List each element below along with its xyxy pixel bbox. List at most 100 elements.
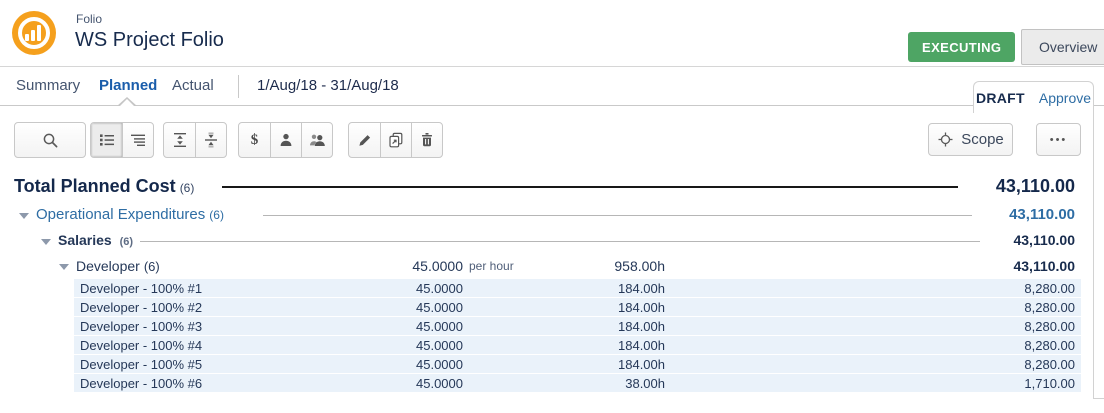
allocation-hours: 184.00h xyxy=(540,298,665,317)
category-row[interactable]: Operational Expenditures(6) 43,110.00 xyxy=(0,202,1093,228)
table-row[interactable]: Developer - 100% #3 45.0000 184.00h 8,28… xyxy=(0,317,1093,336)
app-header: Folio WS Project Folio EXECUTING Overvie… xyxy=(0,0,1104,67)
person-icon xyxy=(278,132,294,148)
duplicate-icon xyxy=(388,132,404,148)
page-title: WS Project Folio xyxy=(75,29,224,52)
collapse-caret-icon[interactable] xyxy=(41,239,51,245)
search-icon xyxy=(42,132,59,149)
view-mode-group xyxy=(90,122,154,158)
row-rule xyxy=(222,186,958,188)
allocation-rate: 45.0000 xyxy=(340,336,463,355)
ellipsis-icon: ••• xyxy=(1050,134,1068,146)
person-button[interactable] xyxy=(270,123,301,157)
item-count: (6) xyxy=(180,181,195,195)
table-row[interactable]: Developer - 100% #2 45.0000 184.00h 8,28… xyxy=(0,298,1093,317)
expand-all-button[interactable] xyxy=(164,123,195,157)
allocation-hours: 184.00h xyxy=(540,336,665,355)
total-row: Total Planned Cost(6) 43,110.00 xyxy=(0,170,1093,202)
tab-actual[interactable]: Actual xyxy=(172,67,214,105)
row-rule xyxy=(140,241,980,242)
scope-button[interactable]: Scope xyxy=(928,123,1013,156)
allocation-label: Developer - 100% #1 xyxy=(80,279,202,298)
tab-summary[interactable]: Summary xyxy=(16,67,80,105)
collapse-all-icon xyxy=(203,132,219,148)
role-row[interactable]: Developer(6) 45.0000 per hour 958.00h 43… xyxy=(0,253,1093,279)
duplicate-button[interactable] xyxy=(380,123,411,157)
total-cost: 43,110.00 xyxy=(996,170,1075,202)
item-count: (6) xyxy=(209,208,224,222)
allocation-label: Developer - 100% #2 xyxy=(80,298,202,317)
allocation-label: Developer - 100% #3 xyxy=(80,317,202,336)
allocation-hours: 184.00h xyxy=(540,279,665,298)
item-count: (6) xyxy=(120,236,133,248)
right-panel-border xyxy=(1093,112,1094,399)
edit-group xyxy=(348,122,443,158)
more-options-button[interactable]: ••• xyxy=(1036,123,1081,156)
dollar-icon: $ xyxy=(251,132,259,149)
role-rate-unit: per hour xyxy=(469,253,514,279)
cost-rates-button[interactable]: $ xyxy=(239,123,270,157)
allocation-rate: 45.0000 xyxy=(340,355,463,374)
scope-target-icon xyxy=(937,131,954,148)
allocation-cost: 8,280.00 xyxy=(1024,336,1075,355)
edit-button[interactable] xyxy=(349,123,380,157)
role-cost: 43,110.00 xyxy=(1013,253,1075,279)
allocation-rate: 45.0000 xyxy=(340,374,463,393)
subcategory-label: Salaries (6) xyxy=(58,228,133,255)
approve-link[interactable]: Approve xyxy=(1039,90,1091,106)
trash-icon xyxy=(419,132,435,148)
approval-panel: DRAFT Approve xyxy=(973,81,1094,113)
app-label: Folio xyxy=(76,12,102,26)
scope-button-label: Scope xyxy=(961,131,1004,148)
delete-button[interactable] xyxy=(411,123,442,157)
expand-all-icon xyxy=(172,132,188,148)
collapse-caret-icon[interactable] xyxy=(59,264,69,270)
category-cost: 43,110.00 xyxy=(1009,202,1075,228)
subcategory-cost: 43,110.00 xyxy=(1013,228,1075,253)
allocation-label: Developer - 100% #5 xyxy=(80,355,202,374)
table-row[interactable]: Developer - 100% #6 45.0000 38.00h 1,710… xyxy=(0,374,1093,393)
allocation-rate: 45.0000 xyxy=(340,317,463,336)
item-count: (6) xyxy=(144,259,160,274)
pencil-icon xyxy=(357,132,373,148)
allocation-cost: 8,280.00 xyxy=(1024,298,1075,317)
allocation-label: Developer - 100% #6 xyxy=(80,374,202,393)
team-button[interactable] xyxy=(301,123,332,157)
allocation-hours: 38.00h xyxy=(540,374,665,393)
draft-status-label: DRAFT xyxy=(976,90,1025,106)
list-view-icon xyxy=(99,132,115,148)
allocation-cost: 8,280.00 xyxy=(1024,355,1075,374)
allocation-cost: 8,280.00 xyxy=(1024,279,1075,298)
expand-collapse-group xyxy=(163,122,227,158)
subcategory-row[interactable]: Salaries (6) 43,110.00 xyxy=(0,228,1093,253)
list-view-button[interactable] xyxy=(91,123,122,157)
date-range[interactable]: 1/Aug/18 - 31/Aug/18 xyxy=(257,67,399,105)
entity-group: $ xyxy=(238,122,333,158)
hierarchy-view-button[interactable] xyxy=(122,123,153,157)
row-rule xyxy=(263,215,972,216)
category-label: Operational Expenditures(6) xyxy=(36,202,224,228)
overview-tab[interactable]: Overview xyxy=(1021,29,1104,65)
table-row[interactable]: Developer - 100% #5 45.0000 184.00h 8,28… xyxy=(0,355,1093,374)
search-button[interactable] xyxy=(14,122,86,158)
role-hours: 958.00h xyxy=(540,253,665,279)
allocation-label: Developer - 100% #4 xyxy=(80,336,202,355)
allocation-hours: 184.00h xyxy=(540,317,665,336)
planned-cost-sheet: Total Planned Cost(6) 43,110.00 Operatio… xyxy=(0,170,1093,393)
allocation-rate: 45.0000 xyxy=(340,298,463,317)
role-label: Developer(6) xyxy=(76,253,160,280)
view-tabbar: Summary Planned Actual 1/Aug/18 - 31/Aug… xyxy=(0,67,1104,106)
table-row[interactable]: Developer - 100% #4 45.0000 184.00h 8,28… xyxy=(0,336,1093,355)
total-label: Total Planned Cost(6) xyxy=(14,170,194,204)
folio-logo-icon xyxy=(12,11,56,55)
role-rate: 45.0000 xyxy=(340,253,463,279)
allocation-hours: 184.00h xyxy=(540,355,665,374)
table-row[interactable]: Developer - 100% #1 45.0000 184.00h 8,28… xyxy=(0,279,1093,298)
status-badge[interactable]: EXECUTING xyxy=(908,32,1015,62)
collapse-caret-icon[interactable] xyxy=(19,213,29,219)
allocation-rate: 45.0000 xyxy=(340,279,463,298)
team-icon xyxy=(309,132,326,148)
allocation-cost: 8,280.00 xyxy=(1024,317,1075,336)
collapse-all-button[interactable] xyxy=(195,123,226,157)
tabbar-divider xyxy=(238,75,239,98)
